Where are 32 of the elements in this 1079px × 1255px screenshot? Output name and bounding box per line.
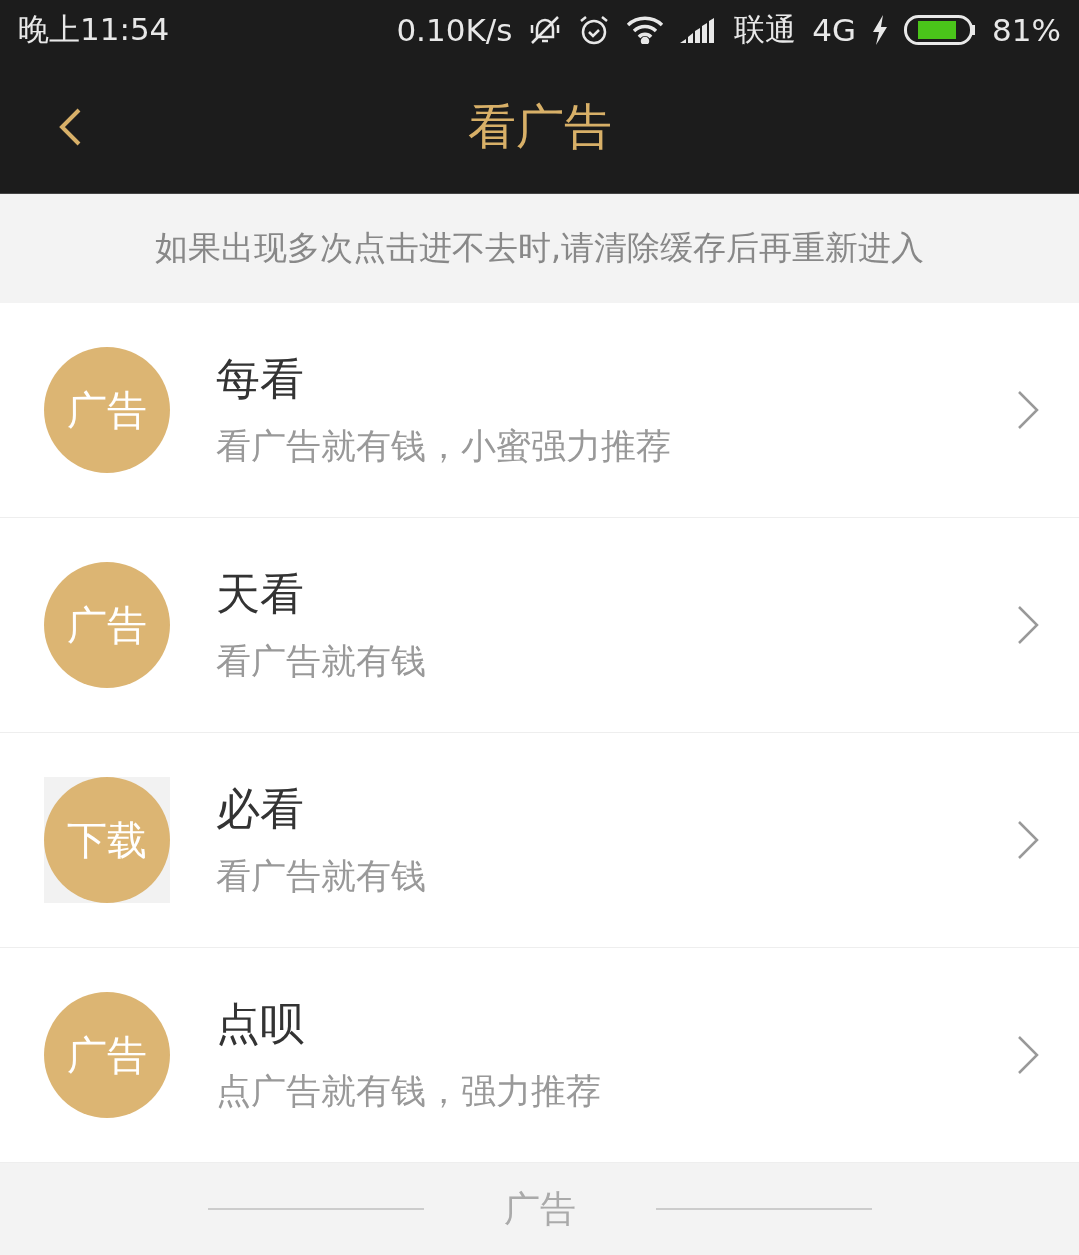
item-subtitle: 看广告就有钱，小蜜强力推荐 (216, 425, 672, 468)
item-subtitle: 看广告就有钱 (216, 640, 427, 683)
list-item[interactable]: 下载 必看 看广告就有钱 (0, 733, 1079, 948)
item-title: 必看 (216, 782, 305, 836)
chevron-icon (1017, 820, 1039, 860)
badge-icon: 下载 (44, 777, 170, 903)
page-title: 看广告 (467, 96, 612, 156)
carrier-name: 联通 (734, 10, 797, 49)
notice-text: 如果出现多次点击进不去时,请清除缓存后再重新进入 (0, 194, 1079, 303)
battery-percent: 81% (992, 12, 1061, 48)
badge-icon: 广告 (44, 347, 170, 473)
list-item[interactable]: 广告 每看 看广告就有钱，小蜜强力推荐 (0, 303, 1079, 518)
item-subtitle: 点广告就有钱，强力推荐 (216, 1070, 602, 1113)
network-type: 4G (812, 12, 857, 48)
chevron-icon (1017, 1035, 1039, 1075)
chevron-icon (1017, 605, 1039, 645)
list-item[interactable]: 广告 点呗 点广告就有钱，强力推荐 (0, 948, 1079, 1163)
chevron-icon (1017, 390, 1039, 430)
item-title: 天看 (216, 567, 305, 621)
back-icon[interactable] (57, 106, 83, 147)
battery-icon (904, 15, 977, 45)
item-title: 点呗 (216, 997, 305, 1051)
item-subtitle: 看广告就有钱 (216, 855, 427, 898)
item-title: 每看 (216, 352, 305, 406)
clock-time: 晚上11:54 (18, 10, 170, 49)
badge-icon: 广告 (44, 562, 170, 688)
footer-label: 广告 (503, 1186, 576, 1231)
network-speed: 0.10K/s (396, 12, 513, 48)
list-item[interactable]: 广告 天看 看广告就有钱 (0, 518, 1079, 733)
wifi-icon (626, 16, 665, 44)
charging-icon (872, 15, 889, 45)
badge-icon: 广告 (44, 992, 170, 1118)
